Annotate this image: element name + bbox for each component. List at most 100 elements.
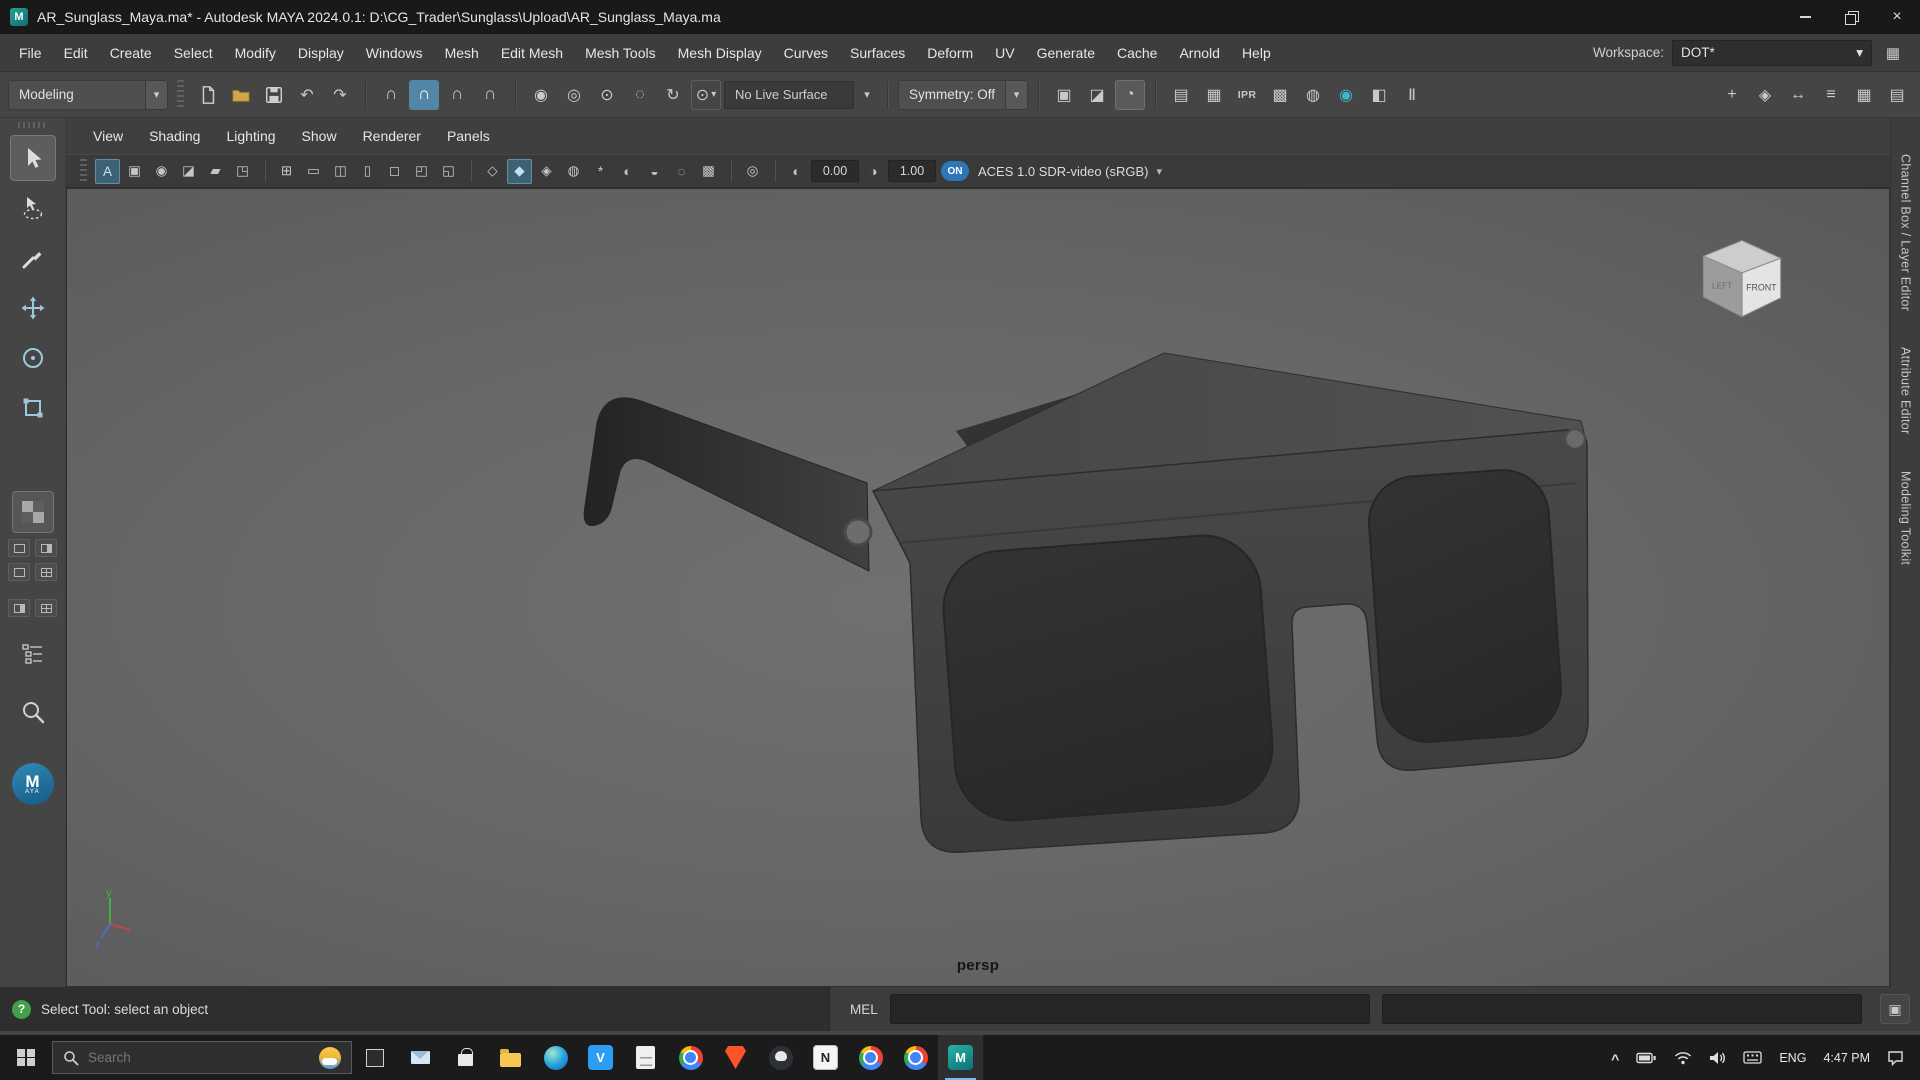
image-plane-button[interactable]: ▣	[122, 159, 147, 184]
command-result-field[interactable]	[1381, 994, 1862, 1024]
perspective-viewport[interactable]: LEFT FRONT y z persp	[66, 188, 1890, 987]
tab-channel-box[interactable]: Channel Box / Layer Editor	[1899, 154, 1913, 311]
taskbar-app-vscode[interactable]: V	[578, 1035, 623, 1080]
taskbar-app-file-explorer[interactable]	[488, 1035, 533, 1080]
menu-mesh-tools[interactable]: Mesh Tools	[574, 34, 667, 71]
snap-to-projected-center-button[interactable]: ∩	[475, 80, 505, 110]
menu-create[interactable]: Create	[99, 34, 163, 71]
rotate-tool-button[interactable]	[10, 335, 56, 381]
zoom-tool-button[interactable]	[12, 691, 54, 733]
selection-mode-button[interactable]: ⊙ ▾	[691, 80, 721, 110]
exposure-input[interactable]	[811, 160, 859, 182]
view-transform-selector[interactable]: ACES 1.0 SDR-video (sRGB) ▾	[978, 164, 1162, 179]
layout-three-pane-button[interactable]	[8, 563, 30, 581]
undo-button[interactable]: ↶	[292, 80, 322, 110]
battery-icon[interactable]	[1636, 1052, 1657, 1064]
wifi-icon[interactable]	[1674, 1051, 1692, 1065]
menu-deform[interactable]: Deform	[916, 34, 984, 71]
maya-logo-avatar[interactable]: M AYA	[11, 763, 54, 805]
shading-swatch-button[interactable]	[11, 491, 54, 533]
isolate-select-button[interactable]: ◎	[740, 159, 765, 184]
taskbar-app-edge[interactable]	[533, 1035, 578, 1080]
menu-surfaces[interactable]: Surfaces	[839, 34, 916, 71]
menu-help[interactable]: Help	[1231, 34, 1282, 71]
notification-center-icon[interactable]	[1887, 1050, 1904, 1066]
new-scene-button[interactable]	[193, 80, 223, 110]
tab-attribute-editor[interactable]: Attribute Editor	[1899, 347, 1913, 434]
pause-viewport-button[interactable]: Ⅱ	[1397, 80, 1427, 110]
menu-display[interactable]: Display	[287, 34, 355, 71]
menu-mesh-display[interactable]: Mesh Display	[667, 34, 773, 71]
default-material-button[interactable]: ◍	[561, 159, 586, 184]
outliner-panel-button[interactable]	[12, 633, 54, 675]
snap-to-grid-button[interactable]: ∩	[376, 80, 406, 110]
make-live-button[interactable]: ◌	[625, 80, 655, 110]
symmetry-selector[interactable]: Symmetry: Off ▾	[898, 79, 1028, 110]
exposure-toggle-button[interactable]: ◐	[784, 159, 809, 184]
view-cube[interactable]: LEFT FRONT	[1693, 231, 1789, 323]
task-view-button[interactable]	[352, 1035, 398, 1080]
menu-file[interactable]: File	[8, 34, 53, 71]
grid-toggle-button[interactable]: ▦	[1849, 80, 1879, 110]
taskbar-app-chrome-profile[interactable]	[848, 1035, 893, 1080]
cache-playback-button[interactable]: ◔	[1115, 79, 1145, 110]
live-surface-field[interactable]: No Live Surface	[724, 80, 854, 109]
taskbar-app-notion[interactable]: N	[803, 1035, 848, 1080]
taskbar-app-document[interactable]	[623, 1035, 668, 1080]
toolbar-grip[interactable]	[80, 159, 87, 183]
lights-toggle-button[interactable]: *	[588, 159, 613, 184]
menu-mesh[interactable]: Mesh	[434, 34, 490, 71]
shaded-mode-button[interactable]: ◆	[507, 158, 532, 184]
panel-menu-shading[interactable]: Shading	[136, 128, 213, 144]
ipr-render-button[interactable]: IPR	[1232, 80, 1262, 110]
refresh-button[interactable]: ↻	[658, 80, 688, 110]
menu-windows[interactable]: Windows	[355, 34, 434, 71]
resolution-gate-button[interactable]: ◫	[328, 159, 353, 184]
safe-action-button[interactable]: ◰	[409, 159, 434, 184]
film-gate-button[interactable]: ▭	[301, 159, 326, 184]
open-scene-button[interactable]	[226, 80, 256, 110]
anti-alias-button[interactable]: ▩	[696, 159, 721, 184]
save-scene-button[interactable]	[259, 80, 289, 110]
layout-four-pane-button[interactable]	[35, 563, 57, 581]
panel-menu-renderer[interactable]: Renderer	[350, 128, 434, 144]
render-view-button[interactable]: ▤	[1166, 80, 1196, 110]
clock[interactable]: 4:47 PM	[1823, 1051, 1870, 1065]
search-input[interactable]	[88, 1050, 310, 1065]
menu-modify[interactable]: Modify	[224, 34, 287, 71]
pan-zoom-button[interactable]: ◳	[230, 159, 255, 184]
command-input[interactable]	[889, 994, 1370, 1024]
taskbar-app-chrome-profile-2[interactable]	[893, 1035, 938, 1080]
lasso-tool-button[interactable]	[10, 185, 56, 231]
render-settings-button[interactable]: ◧	[1364, 80, 1394, 110]
select-camera-button[interactable]: ◉	[149, 159, 174, 184]
live-surface-dropdown[interactable]: ▾	[857, 80, 877, 110]
menu-uv[interactable]: UV	[984, 34, 1025, 71]
output-connections-button[interactable]: ◎	[559, 80, 589, 110]
menu-edit[interactable]: Edit	[53, 34, 99, 71]
panel-menu-show[interactable]: Show	[289, 128, 350, 144]
tab-modeling-toolkit[interactable]: Modeling Toolkit	[1899, 471, 1913, 565]
snap-to-curves-button[interactable]: ∩	[409, 79, 439, 110]
menu-arnold[interactable]: Arnold	[1168, 34, 1230, 71]
gamma-toggle-button[interactable]: ◑	[861, 159, 886, 184]
tray-expand-chevron-icon[interactable]: ^	[1611, 1051, 1619, 1067]
input-connections-button[interactable]: ◉	[526, 80, 556, 110]
motion-blur-button[interactable]: ◌	[669, 159, 694, 184]
toon-shader-button[interactable]: ◍	[1298, 80, 1328, 110]
shadows-toggle-button[interactable]: ◐	[615, 159, 640, 184]
scale-tool-button[interactable]	[10, 385, 56, 431]
gamma-input[interactable]	[888, 160, 936, 182]
menu-generate[interactable]: Generate	[1026, 34, 1106, 71]
safe-title-button[interactable]: ◱	[436, 159, 461, 184]
help-icon[interactable]: ?	[12, 999, 31, 1019]
menu-set-selector[interactable]: Modeling ▾	[8, 79, 168, 110]
color-management-badge[interactable]: ON	[941, 161, 969, 181]
start-button[interactable]	[0, 1035, 52, 1080]
paint-select-tool-button[interactable]	[10, 235, 56, 281]
taskbar-app-mail[interactable]	[398, 1035, 443, 1080]
menu-curves[interactable]: Curves	[773, 34, 839, 71]
taskbar-app-brave[interactable]	[713, 1035, 758, 1080]
grid-toggle-button[interactable]: ⊞	[274, 159, 299, 184]
layout-split-button[interactable]	[8, 599, 30, 617]
